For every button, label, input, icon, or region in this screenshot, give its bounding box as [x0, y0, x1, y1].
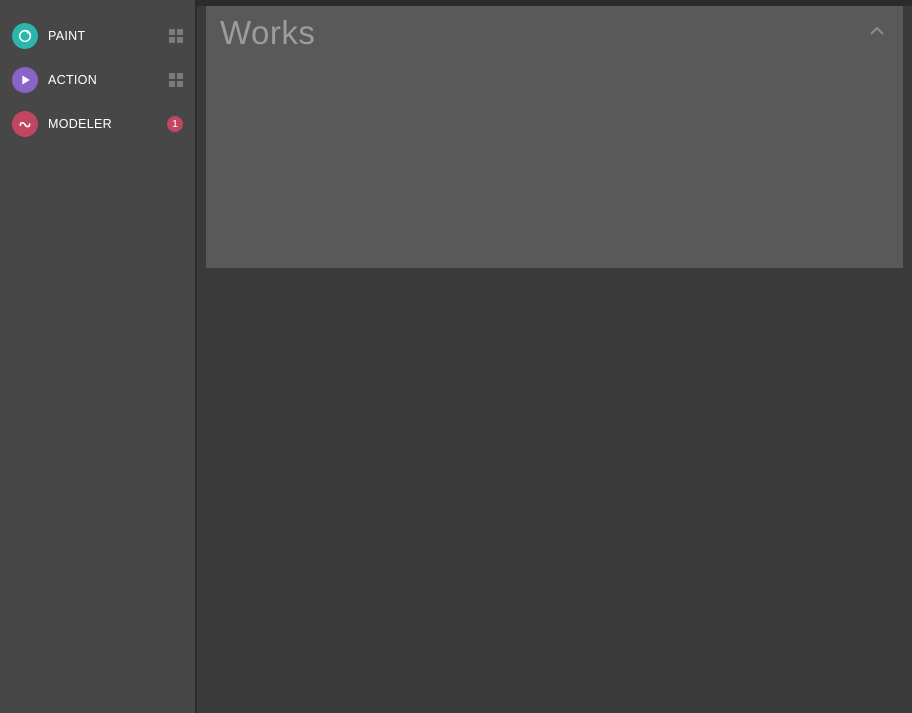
modeler-app-icon [12, 111, 38, 137]
sidebar-item-label: PAINT [48, 29, 169, 43]
main-inner: Works [197, 6, 912, 713]
chevron-up-icon[interactable] [869, 26, 885, 36]
paint-app-icon [12, 23, 38, 49]
notification-badge: 1 [167, 116, 183, 132]
action-app-icon [12, 67, 38, 93]
panel-title: Works [220, 14, 315, 52]
works-panel: Works [206, 6, 903, 268]
sidebar: PAINT ACTION MODELER 1 [0, 0, 197, 713]
main-area: Works [197, 0, 912, 713]
sidebar-item-label: ACTION [48, 73, 169, 87]
grid-icon[interactable] [169, 73, 183, 87]
sidebar-item-action[interactable]: ACTION [0, 58, 195, 102]
sidebar-item-modeler[interactable]: MODELER 1 [0, 102, 195, 146]
grid-icon[interactable] [169, 29, 183, 43]
sidebar-item-label: MODELER [48, 117, 167, 131]
sidebar-item-paint[interactable]: PAINT [0, 14, 195, 58]
